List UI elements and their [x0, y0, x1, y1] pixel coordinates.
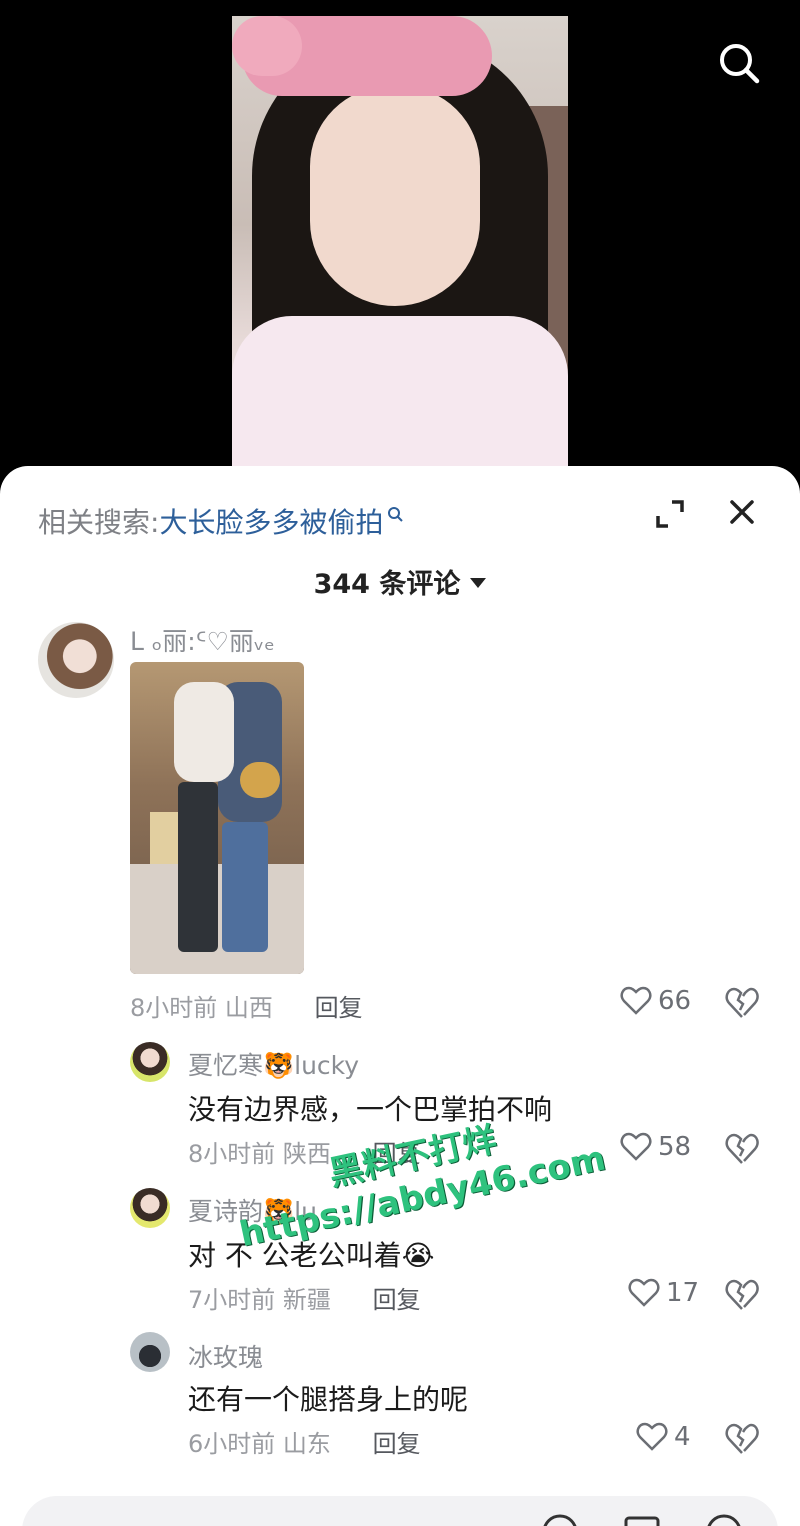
comment-input-bar[interactable]: [22, 1496, 778, 1526]
at-icon: [543, 1514, 577, 1526]
emoji-icon: [707, 1514, 741, 1526]
comment-count: 344 条评论: [313, 569, 461, 600]
comment-time: 6小时前: [188, 1430, 276, 1458]
comment-time: 7小时前: [188, 1286, 276, 1314]
comment-sheet: 相关搜索:大长脸多多被偷拍 344 条评论 ᒪ ₒ丽:ᑦ♡丽ᵥₑ 8小时前 山西…: [0, 466, 800, 1526]
emoji-button[interactable]: [704, 1512, 744, 1526]
comment-input[interactable]: [58, 1506, 498, 1526]
broken-heart-icon: [725, 987, 759, 1018]
heart-icon: [636, 1422, 668, 1451]
comment-time: 8小时前: [130, 994, 218, 1022]
avatar[interactable]: [130, 1332, 170, 1372]
search-icon: [720, 44, 760, 84]
video-frame[interactable]: [232, 16, 568, 480]
reply-button[interactable]: 回复: [373, 1286, 421, 1314]
comment-meta: 8小时前 陕西 回复: [188, 1134, 421, 1169]
caret-down-icon: [470, 578, 487, 588]
expand-button[interactable]: [650, 494, 690, 534]
like-count: 66: [658, 986, 692, 1016]
photo-person: [174, 682, 234, 782]
photo-toy: [240, 762, 280, 798]
heart-icon: [620, 1132, 652, 1161]
comment-meta: 6小时前 山东 回复: [188, 1424, 421, 1459]
like-button[interactable]: 58: [620, 1132, 691, 1162]
reply-button[interactable]: 回复: [373, 1140, 421, 1168]
like-button[interactable]: 17: [628, 1278, 699, 1308]
comment-location: 山西: [224, 994, 273, 1022]
comment-meta: 7小时前 新疆 回复: [188, 1280, 421, 1315]
video-person-headband-bow: [232, 16, 302, 76]
avatar[interactable]: [130, 1042, 170, 1082]
avatar[interactable]: [130, 1188, 170, 1228]
reply-button[interactable]: 回复: [373, 1430, 421, 1458]
video-person-shirt: [232, 316, 568, 480]
like-count: 58: [658, 1132, 692, 1162]
like-button[interactable]: 4: [636, 1422, 691, 1452]
comment-username[interactable]: 夏忆寒🐯lucky: [188, 1046, 359, 1082]
heart-icon: [620, 986, 652, 1015]
close-button[interactable]: [722, 492, 762, 532]
reply-button[interactable]: 回复: [315, 994, 363, 1022]
search-button[interactable]: [712, 36, 766, 90]
video-player[interactable]: [0, 0, 800, 480]
dislike-button[interactable]: [724, 986, 760, 1020]
dislike-button[interactable]: [724, 1422, 760, 1456]
like-count: 17: [666, 1278, 700, 1308]
comment-count-selector[interactable]: 344 条评论: [0, 562, 800, 601]
comment-meta: 8小时前 山西 回复: [130, 988, 363, 1023]
comment-time: 8小时前: [188, 1140, 276, 1168]
heart-icon: [628, 1278, 660, 1307]
comment-text: 对 不 公老公叫着😭: [188, 1239, 435, 1272]
comment-username[interactable]: 冰玫瑰: [188, 1338, 263, 1374]
avatar[interactable]: [38, 622, 114, 698]
comment-image[interactable]: [130, 662, 304, 974]
broken-heart-icon: [725, 1423, 759, 1454]
mention-button[interactable]: [540, 1512, 580, 1526]
related-search[interactable]: 相关搜索:大长脸多多被偷拍: [38, 496, 404, 541]
photo-person-legs: [222, 822, 268, 952]
comment-location: 新疆: [282, 1286, 331, 1314]
comment-location: 陕西: [282, 1140, 331, 1168]
dislike-button[interactable]: [724, 1278, 760, 1312]
small-search-icon: [387, 496, 404, 529]
image-button[interactable]: [622, 1512, 662, 1526]
comment-location: 山东: [282, 1430, 331, 1458]
comment-username[interactable]: ᒪ ₒ丽:ᑦ♡丽ᵥₑ: [130, 622, 275, 658]
comment-text: 还有一个腿搭身上的呢: [188, 1383, 469, 1416]
broken-heart-icon: [725, 1133, 759, 1164]
broken-heart-icon: [725, 1279, 759, 1310]
photo-person-legs: [178, 782, 218, 952]
comment-text: 没有边界感，一个巴掌拍不响: [188, 1093, 553, 1126]
comment-username[interactable]: 夏诗韵🐯lu: [188, 1192, 317, 1228]
related-search-label: 相关搜索:: [38, 506, 160, 539]
like-count: 4: [674, 1422, 691, 1452]
image-icon: [624, 1516, 660, 1526]
dislike-button[interactable]: [724, 1132, 760, 1166]
video-person-face: [310, 86, 480, 306]
like-button[interactable]: 66: [620, 986, 691, 1016]
related-search-keyword[interactable]: 大长脸多多被偷拍: [159, 506, 383, 539]
expand-icon: [656, 500, 684, 528]
close-icon: [730, 500, 754, 524]
